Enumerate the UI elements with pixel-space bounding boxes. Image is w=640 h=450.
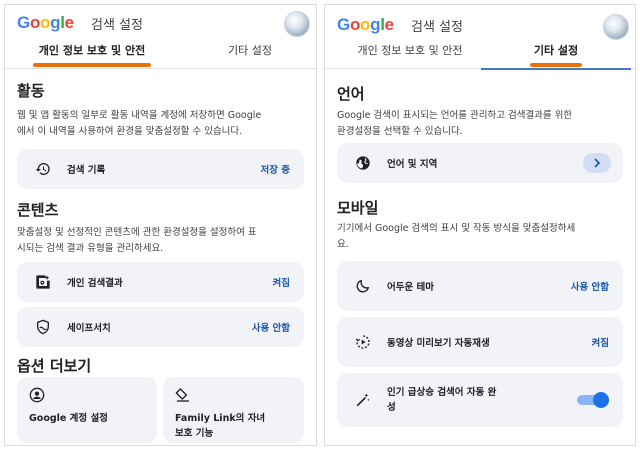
tab-label: 기타 설정 xyxy=(533,44,579,57)
google-account-settings-tile[interactable]: Google 계정 설정 xyxy=(17,377,157,443)
family-link-label: Family Link의 자녀 보호 기능 xyxy=(175,411,296,441)
tab-other-settings[interactable]: 기타 설정 xyxy=(190,39,310,69)
desc-line: 에서 이 내역을 사용하여 환경을 맞춤설정할 수 있습니다. xyxy=(17,126,243,137)
personal-results-row[interactable]: 개인 검색결과 켜짐 xyxy=(17,262,304,302)
active-tab-bar xyxy=(481,68,631,70)
google-logo[interactable]: Google xyxy=(337,15,394,35)
active-tab-indicator xyxy=(33,63,151,67)
safesearch-row[interactable]: 세이프서치 사용 안함 xyxy=(17,307,304,347)
family-link-icon xyxy=(175,388,189,402)
safesearch-icon xyxy=(37,319,49,335)
desc-line: 환경설정을 선택할 수 있습니다. xyxy=(337,126,463,137)
desc-line: 웹 및 앱 활동의 일부로 활동 내역을 계정에 저장하면 Google xyxy=(17,110,262,121)
personal-results-status: 켜짐 xyxy=(272,278,290,289)
section-title-language: 언어 xyxy=(337,85,365,103)
tab-label: 개인 정보 보호 및 안전 xyxy=(38,44,146,57)
language-region-label: 언어 및 지역 xyxy=(387,159,438,170)
header: Google 검색 설정 xyxy=(5,5,316,39)
trending-autocomplete-toggle[interactable] xyxy=(577,392,609,408)
desc-line: Google 검색이 표시되는 언어를 관리하고 검색결과를 위한 xyxy=(337,110,573,121)
language-region-open-button[interactable] xyxy=(583,153,611,173)
personal-results-label: 개인 검색결과 xyxy=(67,278,123,289)
google-account-settings-label: Google 계정 설정 xyxy=(29,413,108,424)
search-history-row[interactable]: 검색 기록 저장 중 xyxy=(17,149,304,189)
other-settings-panel: Google 검색 설정 개인 정보 보호 및 안전 기타 설정 언어 Goog… xyxy=(324,4,636,446)
desc-line: 기기에서 Google 검색의 표시 및 작동 방식을 맞춤설정하세 xyxy=(337,223,576,234)
tab-bar: 개인 정보 보호 및 안전 기타 설정 xyxy=(5,39,316,69)
video-autoplay-row[interactable]: 동영상 미리보기 자동재생 켜짐 xyxy=(337,317,623,367)
search-history-label: 검색 기록 xyxy=(67,165,106,176)
dark-theme-label: 어두운 테마 xyxy=(387,282,435,293)
mobile-description: 기기에서 Google 검색의 표시 및 작동 방식을 맞춤설정하세 요. xyxy=(337,221,623,253)
video-autoplay-icon xyxy=(355,335,370,349)
safesearch-label: 세이프서치 xyxy=(67,323,111,334)
dark-theme-status: 사용 안함 xyxy=(570,282,609,293)
label-line: Family Link의 자녀 xyxy=(175,413,266,424)
section-title-more-options: 옵션 더보기 xyxy=(17,357,92,375)
label-line: 보호 기능 xyxy=(175,428,214,439)
search-history-status: 저장 중 xyxy=(260,165,290,176)
tab-bar: 개인 정보 보호 및 안전 기타 설정 xyxy=(325,39,635,70)
globe-icon xyxy=(356,156,370,170)
app-title: 검색 설정 xyxy=(411,20,463,35)
section-title-activity: 활동 xyxy=(17,82,45,100)
moon-icon xyxy=(356,280,369,293)
privacy-settings-panel: Google 검색 설정 개인 정보 보호 및 안전 기타 설정 활동 웹 및 … xyxy=(4,4,317,446)
trending-autocomplete-row[interactable]: 인기 급상승 검색어 자동 완 성 xyxy=(337,373,623,427)
language-description: Google 검색이 표시되는 언어를 관리하고 검색결과를 위한 환경설정을 … xyxy=(337,108,623,140)
avatar[interactable] xyxy=(603,14,629,40)
personal-results-icon xyxy=(36,275,50,289)
tab-label: 개인 정보 보호 및 안전 xyxy=(357,44,463,57)
label-line: 인기 급상승 검색어 자동 완 xyxy=(387,387,497,398)
trending-sparkle-icon xyxy=(356,393,370,407)
section-title-content: 콘텐츠 xyxy=(17,201,59,219)
label-line: 성 xyxy=(387,402,396,413)
language-region-row[interactable]: 언어 및 지역 xyxy=(337,143,623,183)
desc-line: 요. xyxy=(337,239,349,250)
account-circle-icon xyxy=(29,387,45,403)
trending-autocomplete-label: 인기 급상승 검색어 자동 완 성 xyxy=(387,385,496,415)
history-icon xyxy=(35,163,50,175)
activity-description: 웹 및 앱 활동의 일부로 활동 내역을 계정에 저장하면 Google 에서 … xyxy=(17,108,304,140)
header: Google 검색 설정 xyxy=(325,5,635,40)
section-title-mobile: 모바일 xyxy=(337,199,379,217)
tab-privacy-safety[interactable]: 개인 정보 보호 및 안전 xyxy=(335,39,485,69)
google-logo[interactable]: Google xyxy=(17,13,74,33)
tab-label: 기타 설정 xyxy=(228,44,272,57)
safesearch-status: 사용 안함 xyxy=(251,323,290,334)
tab-other-settings[interactable]: 기타 설정 xyxy=(481,39,631,70)
app-title: 검색 설정 xyxy=(91,18,143,33)
tab-privacy-safety[interactable]: 개인 정보 보호 및 안전 xyxy=(17,39,167,69)
desc-line: 시되는 검색 결과 유형을 관리하세요. xyxy=(17,243,164,254)
family-link-tile[interactable]: Family Link의 자녀 보호 기능 xyxy=(163,377,304,443)
video-autoplay-status: 켜짐 xyxy=(591,338,609,349)
chevron-right-icon xyxy=(594,158,601,168)
desc-line: 맞춤설정 및 선정적인 콘텐츠에 관한 환경설정을 설정하여 표 xyxy=(17,227,257,238)
dark-theme-row[interactable]: 어두운 테마 사용 안함 xyxy=(337,261,623,311)
video-autoplay-label: 동영상 미리보기 자동재생 xyxy=(387,338,490,349)
active-tab-indicator xyxy=(530,63,582,67)
avatar[interactable] xyxy=(284,11,310,37)
toggle-knob xyxy=(593,392,609,408)
content-description: 맞춤설정 및 선정적인 콘텐츠에 관한 환경설정을 설정하여 표 시되는 검색 … xyxy=(17,225,304,257)
